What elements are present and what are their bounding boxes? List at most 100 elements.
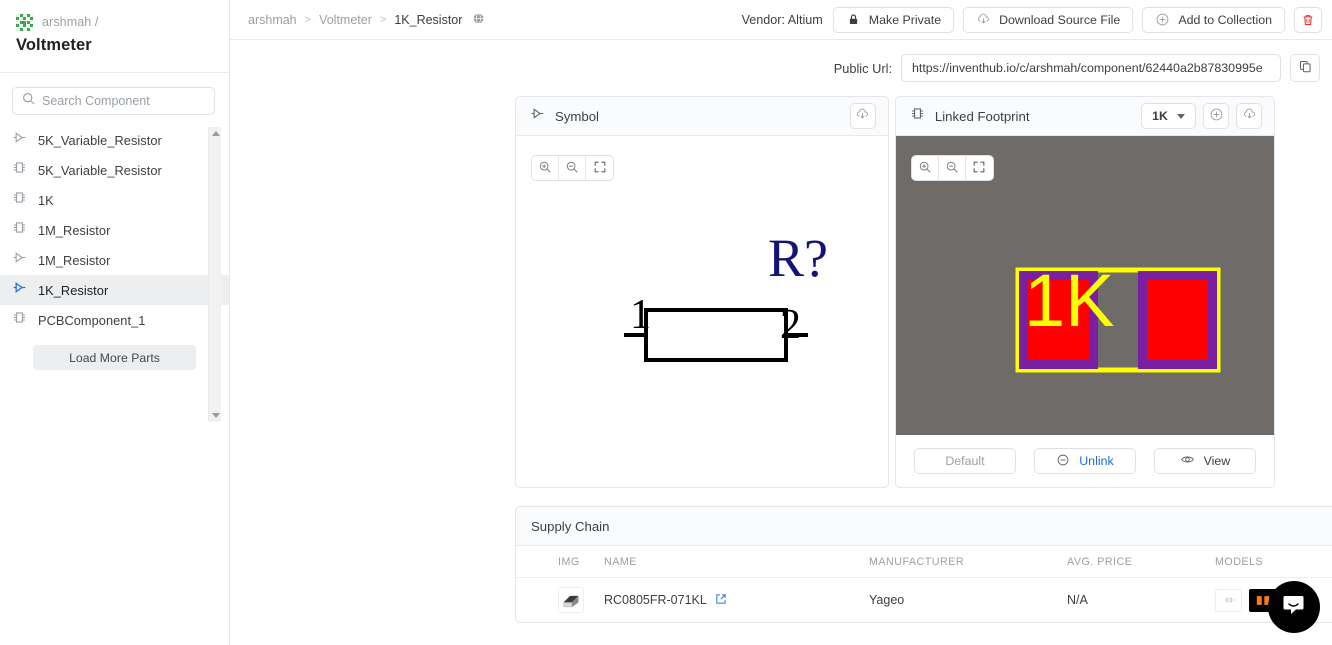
supply-chain-table: IMG NAME MANUFACTURER AVG. PRICE MODELS (516, 546, 1332, 622)
scrollbar-thumb[interactable] (210, 141, 221, 391)
scroll-up-arrow-icon[interactable] (209, 127, 222, 140)
sidebar-item-1[interactable]: 5K_Variable_Resistor (0, 155, 229, 185)
footprint-icon (12, 310, 27, 330)
footprint-icon (12, 220, 27, 240)
search-input[interactable] (42, 94, 205, 108)
sidebar-item-0[interactable]: 5K_Variable_Resistor (0, 125, 229, 155)
component-thumbnail-icon[interactable] (558, 587, 584, 613)
chat-widget-button[interactable] (1268, 581, 1320, 633)
footprint-view-button[interactable]: View (1153, 448, 1256, 474)
load-more-wrapper: Load More Parts (0, 335, 229, 370)
add-to-collection-label: Add to Collection (1178, 12, 1272, 27)
search-box[interactable] (12, 87, 215, 115)
download-source-file-button[interactable]: Download Source File (963, 6, 1134, 33)
vendor-label: Vendor: Altium (741, 12, 823, 27)
public-url-label: Public Url: (833, 60, 892, 76)
plus-circle-icon (1209, 107, 1224, 125)
minus-circle-icon (1056, 453, 1070, 470)
symbol-icon (530, 106, 545, 126)
column-header-models: MODELS (1215, 546, 1332, 578)
sidebar-item-1k-resistor[interactable]: 1K_Resistor (0, 275, 229, 305)
eye-icon (1180, 452, 1195, 470)
table-header: IMG NAME MANUFACTURER AVG. PRICE MODELS (516, 546, 1332, 578)
symbol-download-button[interactable] (849, 103, 876, 129)
avatar (16, 13, 33, 31)
trash-icon (1301, 12, 1316, 27)
copy-url-button[interactable] (1290, 54, 1320, 82)
sidebar-item-label: 1K (38, 192, 54, 208)
sidebar-item-label: 5K_Variable_Resistor (38, 162, 162, 178)
sidebar-header: arshmah / Voltmeter (0, 0, 229, 73)
lock-icon (846, 12, 861, 27)
footprint-actions: Default Unlink View (895, 435, 1274, 487)
sidebar: arshmah / Voltmeter 5K_Variable_Resistor (0, 0, 230, 645)
column-header-name: NAME (604, 546, 869, 578)
breadcrumb-project[interactable]: Voltmeter (319, 13, 372, 27)
symbol-icon (12, 280, 27, 300)
sidebar-scrollbar[interactable] (208, 127, 221, 422)
svg-text:1: 1 (630, 292, 651, 338)
sidebar-owner[interactable]: arshmah / (16, 12, 213, 32)
supply-chain-header: Supply Chain (516, 507, 1332, 546)
add-footprint-button[interactable] (1203, 103, 1229, 129)
make-private-button[interactable]: Make Private (832, 6, 955, 33)
sidebar-item-6[interactable]: PCBComponent_1 (0, 305, 229, 335)
supply-chain-title: Supply Chain (531, 518, 610, 534)
component-list: 5K_Variable_Resistor 5K_Variable_Resisto… (0, 125, 229, 645)
part-name: RC0805FR-071KL (604, 593, 707, 607)
sidebar-item-4[interactable]: 1M_Resistor (0, 245, 229, 275)
footprint-icon (12, 160, 27, 180)
cloud-download-icon (855, 107, 870, 125)
footprint-default-label: Default (945, 454, 985, 468)
sidebar-item-label: 1K_Resistor (38, 282, 109, 298)
topbar-actions: Vendor: Altium Make Private Download Sou… (741, 6, 1322, 33)
load-more-parts-button[interactable]: Load More Parts (33, 345, 196, 370)
main-content: arshmah > Voltmeter > 1K_Resistor Vendor… (230, 0, 1332, 645)
footprint-panel-actions: 1K (1141, 103, 1262, 129)
supply-chain-panel: Supply Chain IMG NAME MANUFACTURER AVG. (515, 506, 1332, 623)
search-icon (22, 92, 35, 110)
scroll-down-arrow-icon[interactable] (209, 409, 222, 422)
app-root: arshmah / Voltmeter 5K_Variable_Resistor (0, 0, 1332, 645)
public-url-box[interactable] (901, 54, 1281, 82)
symbol-canvas[interactable]: 1 2 R? (516, 136, 888, 487)
viewer-panels: Symbol 1 2 R? Linked Footprint 1K 1K Def… (515, 96, 1275, 488)
footprint-panel-header: Linked Footprint 1K (895, 97, 1274, 136)
footprint-icon (12, 190, 27, 210)
table-header-row: IMG NAME MANUFACTURER AVG. PRICE MODELS (516, 546, 1332, 578)
column-header-manufacturer: MANUFACTURER (869, 546, 1067, 578)
globe-icon (472, 12, 485, 28)
cell-manufacturer: Yageo (869, 593, 905, 607)
footprint-select[interactable]: 1K (1141, 103, 1196, 129)
owner-name: arshmah / (42, 15, 99, 29)
breadcrumb-owner[interactable]: arshmah (248, 13, 297, 27)
copy-icon (1298, 59, 1313, 77)
svg-text:R?: R? (768, 228, 828, 288)
sidebar-item-label: 1M_Resistor (38, 252, 111, 268)
sidebar-item-label: 5K_Variable_Resistor (38, 132, 162, 148)
footprint-panel-title: Linked Footprint (934, 108, 1030, 124)
public-url-row: Public Url: (230, 40, 1332, 96)
symbol-panel-header: Symbol (516, 97, 888, 136)
symbol-panel: Symbol 1 2 R? (515, 96, 889, 488)
sidebar-item-2[interactable]: 1K (0, 185, 229, 215)
resistor-symbol-drawing: 1 2 R? (624, 228, 828, 362)
sidebar-item-3[interactable]: 1M_Resistor (0, 215, 229, 245)
delete-button[interactable] (1294, 6, 1322, 33)
external-link-icon[interactable] (715, 593, 727, 608)
footprint-canvas[interactable]: 1K (895, 136, 1274, 435)
breadcrumb-separator: > (379, 13, 387, 26)
make-private-label: Make Private (868, 12, 942, 27)
footprint-unlink-button[interactable]: Unlink (1033, 448, 1136, 474)
table-row[interactable]: RC0805FR-071KL Yageo N/A (516, 578, 1332, 623)
sidebar-item-label: PCBComponent_1 (38, 312, 146, 328)
add-to-collection-button[interactable]: Add to Collection (1142, 6, 1285, 33)
footprint-unlink-label: Unlink (1079, 454, 1114, 468)
footprint-default-button[interactable]: Default (913, 448, 1016, 474)
symbol-model-thumbnail[interactable] (1215, 588, 1242, 612)
content-area: Symbol 1 2 R? Linked Footprint 1K 1K Def… (230, 96, 1332, 623)
search-wrapper (0, 73, 229, 125)
symbol-panel-title: Symbol (555, 108, 599, 124)
footprint-download-button[interactable] (1236, 103, 1262, 129)
public-url-input[interactable] (912, 61, 1270, 75)
